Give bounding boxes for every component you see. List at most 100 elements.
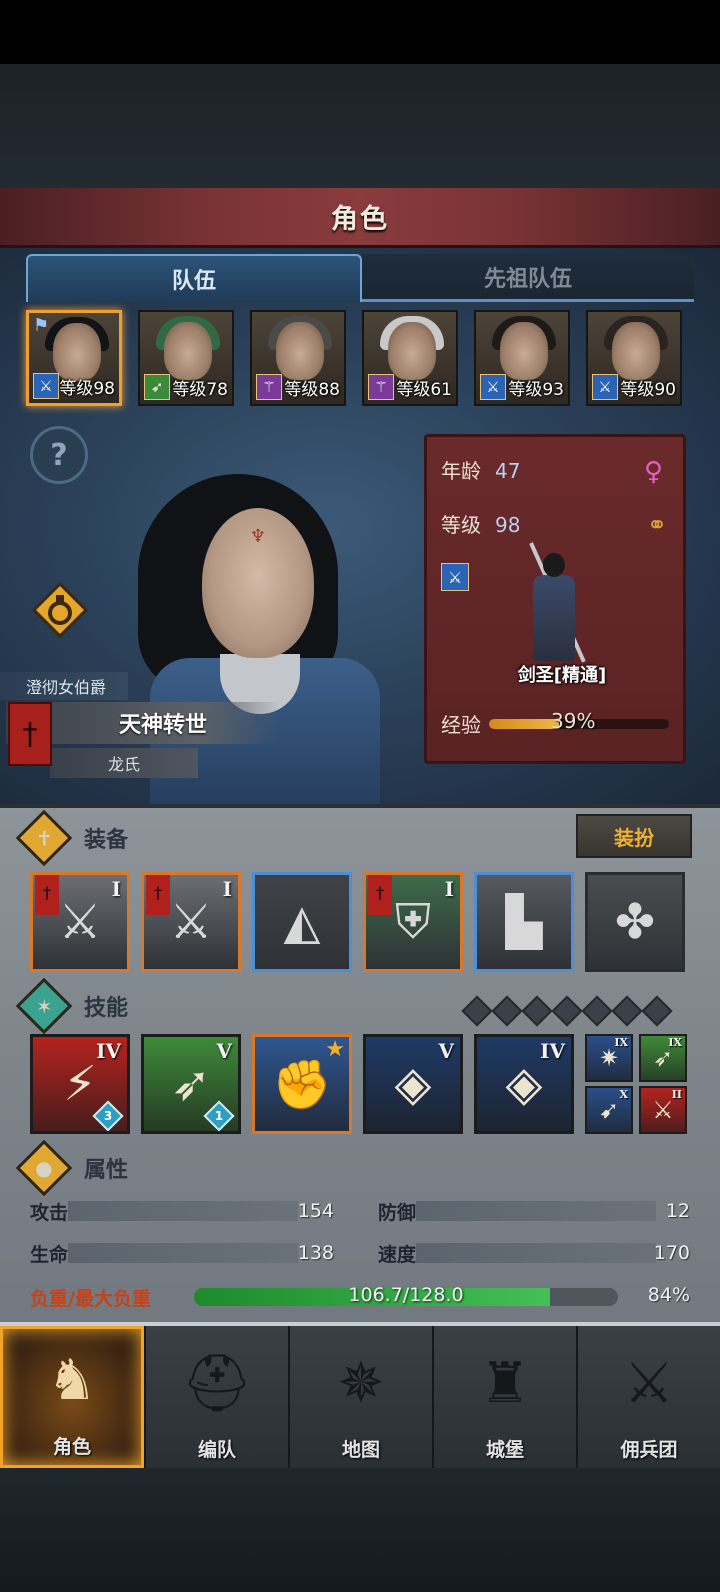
member-level: 等级93 — [508, 380, 564, 400]
skill-slot-diamond-icon — [581, 995, 613, 1027]
load-label: 负重/最大负重 — [30, 1288, 151, 1310]
skill-slot[interactable]: ✊ ★ — [252, 1034, 352, 1134]
passive-skill-slot[interactable]: ⚔ II — [639, 1086, 687, 1134]
sword-class-icon: ⚔ — [33, 373, 59, 399]
nav-knight[interactable]: ♞ 角色 — [0, 1326, 144, 1468]
star-icon: ★ — [325, 1037, 345, 1062]
skill-slot[interactable]: ◈ V — [363, 1034, 463, 1134]
rings-icon[interactable]: ⚭ — [647, 511, 667, 539]
passive-skill-slot[interactable]: ✷ IX — [585, 1034, 633, 1082]
help-icon[interactable]: ? — [30, 426, 88, 484]
skill-slot-diamond-icon — [641, 995, 673, 1027]
chest-armor-slot[interactable]: ⛨ † I — [363, 872, 463, 972]
exp-percent: 39% — [551, 709, 596, 733]
level-label: 等级 — [441, 513, 481, 537]
person-icon: ● — [15, 1139, 73, 1197]
passive-skill-tier: X — [619, 1088, 628, 1101]
helmet-icon: ⛑ — [181, 1351, 253, 1416]
equipment-tier: I — [444, 877, 454, 901]
nav-mercenary[interactable]: ⚔ 佣兵团 — [576, 1326, 720, 1468]
background-top — [0, 64, 720, 188]
skill-slots: ⚡ IV 3 ➶ V 1 ✊ ★ ◈ V ◈ IV ✷ IX ➶ IX ➹ X ⚔ II — [30, 1034, 692, 1136]
skill-slot-diamond-icon — [551, 995, 583, 1027]
passive-skill-tier: II — [671, 1088, 682, 1101]
passive-skill-tier: IX — [614, 1036, 628, 1049]
skill-slot[interactable]: ⚡ IV 3 — [30, 1034, 130, 1134]
skill-tier: V — [216, 1039, 232, 1063]
halberd-weapon-slot[interactable]: ⚔ † I — [141, 872, 241, 972]
defense-value: 12 — [665, 1200, 690, 1222]
status-bar — [0, 0, 720, 64]
skill-slot[interactable]: ➶ V 1 — [141, 1034, 241, 1134]
tab-bar: 队伍 先祖队伍 — [26, 254, 694, 302]
skill-tier: IV — [540, 1039, 565, 1063]
boots-armor-slot[interactable]: ▙ — [474, 872, 574, 972]
level-row: 等级 98 — [441, 509, 520, 538]
staff-class-icon: ⚚ — [368, 374, 394, 400]
tab-party[interactable]: 队伍 — [26, 254, 362, 302]
party-member[interactable]: ⚔ 等级93 — [474, 310, 570, 406]
details-panel: ✝ 装备 装扮 ⚔ † I ⚔ † I ◭ ⛨ † I ▙ ✤ ✶ 技能 ⚡ IV 3 ➶ V 1 ✊ ★ ◈ V ◈ IV… — [0, 804, 720, 1322]
passive-skill-slot[interactable]: ➶ IX — [639, 1034, 687, 1082]
skill-slot-diamond-icon — [491, 995, 523, 1027]
castle-icon: ♜ — [479, 1350, 531, 1416]
party-member[interactable]: ⚚ 等级61 — [362, 310, 458, 406]
attributes-label: 属性 — [84, 1158, 129, 1183]
potion-icon[interactable] — [30, 580, 90, 640]
boots-armor-icon: ▙ — [505, 894, 543, 950]
party-roster: ⚑ ⚔ 等级98 ➶ 等级78 ⚚ 等级88 ⚚ 等级61 ⚔ 等级93 ⚔ 等级90 — [26, 310, 694, 406]
skill-count: 1 — [214, 1109, 224, 1123]
skills-label: 技能 — [84, 996, 129, 1021]
skill-slot[interactable]: ◈ IV — [474, 1034, 574, 1134]
character-area: 队伍 先祖队伍 ⚑ ⚔ 等级98 ➶ 等级78 ⚚ 等级88 ⚚ 等级61 ⚔ 等级93 ⚔ 等级90 … — [0, 248, 720, 804]
load-percent: 84% — [647, 1284, 690, 1306]
nav-compass-map[interactable]: ✵ 地图 — [288, 1326, 432, 1468]
age-label: 年龄 — [441, 459, 481, 483]
skill-count: 3 — [103, 1109, 113, 1123]
skill-slot-indicators — [461, 995, 673, 1027]
leader-flag-icon: ⚑ — [33, 315, 50, 336]
house-banner-icon: † — [35, 875, 59, 915]
party-member[interactable]: ➶ 等级78 — [138, 310, 234, 406]
sword-class-icon: ⚔ — [592, 374, 618, 400]
member-level: 等级78 — [172, 380, 228, 400]
speed-label: 速度 — [378, 1243, 417, 1266]
female-icon: ♀ — [643, 457, 663, 487]
knot-accessory-slot[interactable]: ✤ — [585, 872, 685, 972]
member-level: 等级90 — [620, 380, 676, 400]
nav-helmet[interactable]: ⛑ 编队 — [144, 1326, 288, 1468]
attack-label: 攻击 — [30, 1201, 69, 1224]
party-member[interactable]: ⚔ 等级90 — [586, 310, 682, 406]
skill-tier: V — [438, 1039, 454, 1063]
class-name: 剑圣[精通] — [517, 665, 607, 686]
nav-label: 地图 — [341, 1439, 380, 1461]
member-level: 等级61 — [396, 380, 452, 400]
attributes-header: ● 属性 — [15, 1139, 684, 1197]
age-value: 47 — [495, 459, 521, 483]
age-row: 年龄 47 — [441, 455, 520, 484]
passive-skill-slot[interactable]: ➹ X — [585, 1086, 633, 1134]
hood-armor-icon: ◭ — [283, 894, 321, 950]
bow-class-icon: ➶ — [144, 374, 170, 400]
mercenary-icon: ⚔ — [623, 1350, 675, 1416]
hood-armor-slot[interactable]: ◭ — [252, 872, 352, 972]
skill-slot-diamond-icon — [611, 995, 643, 1027]
dress-button[interactable]: 装扮 — [576, 814, 692, 858]
knot-accessory-icon: ✤ — [614, 894, 656, 950]
nav-label: 角色 — [52, 1436, 91, 1458]
party-member[interactable]: ⚚ 等级88 — [250, 310, 346, 406]
halberd-weapon-slot[interactable]: ⚔ † I — [30, 872, 130, 972]
equipment-tier: I — [111, 877, 121, 901]
nav-label: 城堡 — [485, 1439, 524, 1461]
exp-label: 经验 — [441, 713, 481, 737]
character-info-card: 年龄 47 ♀ 等级 98 ⚭ ⚔ 剑圣[精通] 经验 39% — [424, 434, 686, 764]
compass-map-icon: ✵ — [337, 1350, 385, 1416]
member-level: 等级88 — [284, 380, 340, 400]
nav-castle[interactable]: ♜ 城堡 — [432, 1326, 576, 1468]
attack-row: 攻击 154 — [30, 1196, 334, 1226]
knight-icon: ♞ — [46, 1347, 98, 1413]
party-member[interactable]: ⚑ ⚔ 等级98 — [26, 310, 122, 406]
speed-row: 速度 170 — [378, 1238, 690, 1268]
tab-ancestor-party[interactable]: 先祖队伍 — [362, 254, 694, 302]
attack-value: 154 — [297, 1200, 334, 1222]
